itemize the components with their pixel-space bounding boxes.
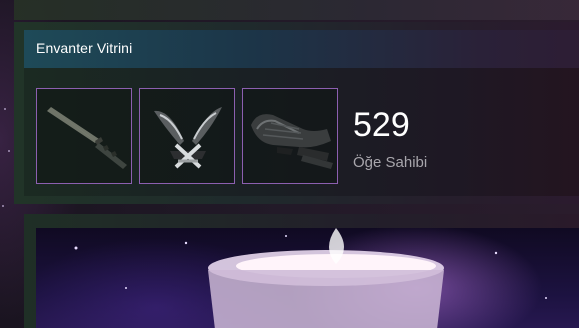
showcase-item-daggers[interactable] [139,88,235,184]
showcase-title: Envanter Vitrini [36,40,133,56]
artwork-image[interactable] [36,228,579,328]
showcase-body: 529 Öğe Sahibi [24,68,579,196]
inventory-showcase: Envanter Vitrini 529 Öğe Sahibi [14,22,579,204]
background-star [2,205,4,207]
item-count: 529 [353,106,410,144]
showcase-header: Envanter Vitrini [24,30,579,68]
showcase-item-knife[interactable] [36,88,132,184]
item-count-label: Öğe Sahibi [353,154,428,171]
top-panel [14,0,579,20]
profile-page: Envanter Vitrini 529 Öğe Sahibi [0,0,579,328]
background-star [4,108,6,110]
knife-icon [47,107,127,169]
candle-artwork [74,228,547,328]
showcase-item-gloves[interactable] [242,88,338,184]
background-star [8,150,10,152]
daggers-icon [154,107,222,169]
gloves-icon [251,114,333,169]
